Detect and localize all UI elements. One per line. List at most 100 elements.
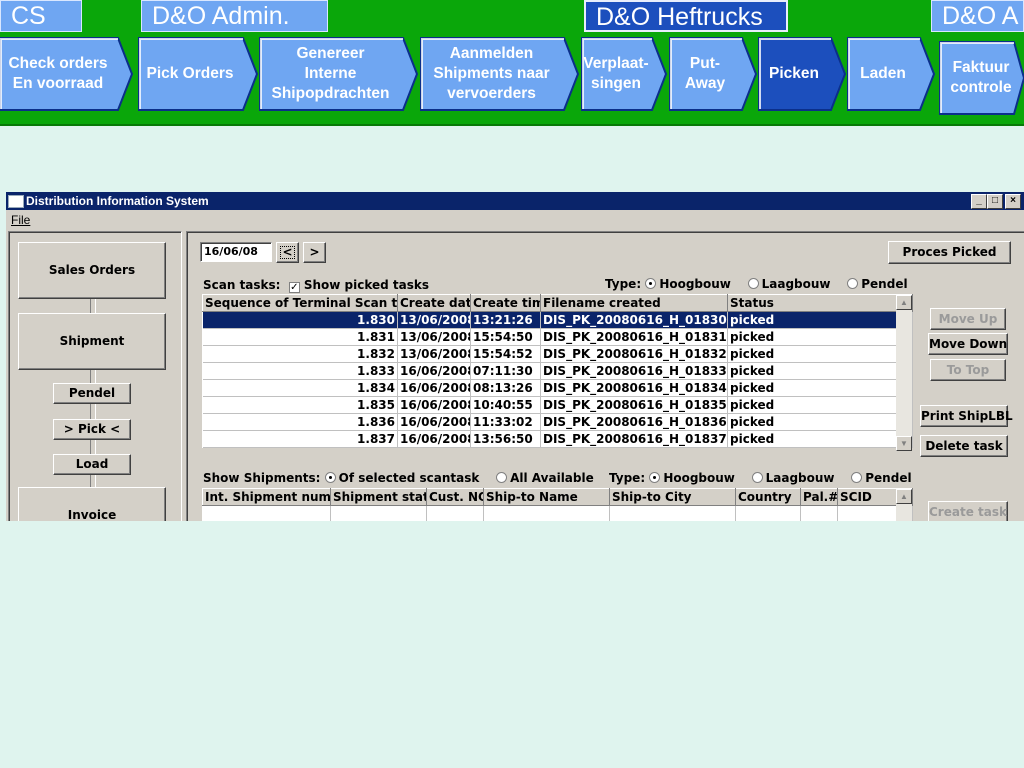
column-header[interactable]: Ship-to City bbox=[609, 488, 736, 506]
table-cell: 13/06/2008 bbox=[397, 345, 471, 363]
scan-type-laagbouw-radio[interactable] bbox=[747, 278, 759, 289]
nav-pendel-button[interactable]: Pendel bbox=[53, 383, 131, 404]
shipments-table: Int. Shipment numberShipment statusCust.… bbox=[202, 488, 913, 521]
column-header[interactable]: Pal.# bbox=[800, 488, 838, 506]
scan-tasks-scrollbar[interactable]: ▲ ▼ bbox=[896, 295, 912, 451]
step-verplaatsingen[interactable]: Verplaat- singen bbox=[581, 37, 668, 111]
nav-invoice-button[interactable]: Invoice bbox=[18, 487, 166, 521]
table-cell: 13/06/2008 bbox=[397, 328, 471, 346]
step-aanmelden-shipments[interactable]: Aanmelden Shipments naar vervoerders bbox=[420, 37, 580, 111]
window-title: Distribution Information System bbox=[26, 194, 209, 208]
nav-pick-button[interactable]: > Pick < bbox=[53, 419, 131, 440]
shipments-scrollbar[interactable]: ▲ bbox=[896, 489, 912, 521]
table-row[interactable]: 1.832 13/06/2008 15:54:52 DIS_PK_20080616_H… bbox=[202, 345, 913, 363]
step-laden[interactable]: Laden bbox=[847, 37, 936, 111]
column-header[interactable]: Int. Shipment number bbox=[202, 488, 331, 506]
table-cell: 08:13:26 bbox=[470, 379, 541, 397]
column-header[interactable]: Shipment status bbox=[330, 488, 427, 506]
scroll-up-arrow-icon[interactable]: ▲ bbox=[896, 295, 912, 310]
close-button[interactable]: × bbox=[1005, 194, 1021, 209]
table-cell: 1.833 bbox=[202, 362, 398, 380]
shipments-all-available-radio[interactable] bbox=[496, 472, 508, 483]
table-cell: DIS_PK_20080616_H_01836 bbox=[540, 413, 728, 431]
table-cell: picked bbox=[727, 413, 913, 431]
column-header[interactable]: Country bbox=[735, 488, 801, 506]
table-row[interactable]: 1.837 16/06/2008 13:56:50 DIS_PK_20080616_H… bbox=[202, 430, 913, 448]
nav-load-button[interactable]: Load bbox=[53, 454, 131, 475]
scan-type-pendel-radio[interactable] bbox=[847, 278, 859, 289]
proces-picked-button[interactable]: Proces Picked bbox=[888, 241, 1011, 264]
scan-type-hoogbouw-radio[interactable] bbox=[645, 278, 657, 289]
table-row[interactable] bbox=[202, 505, 913, 521]
table-cell: 11:33:02 bbox=[470, 413, 541, 431]
scroll-down-arrow-icon[interactable]: ▼ bbox=[896, 436, 912, 451]
step-label: Put-Away bbox=[684, 55, 726, 92]
print-shiplbl-button[interactable]: Print ShipLBL bbox=[920, 405, 1013, 427]
tab-do-admin[interactable]: D&O Admin. bbox=[141, 0, 328, 32]
table-row[interactable]: 1.830 13/06/2008 13:21:26 DIS_PK_20080616_H… bbox=[202, 311, 913, 329]
table-cell: 15:54:50 bbox=[470, 328, 541, 346]
table-row[interactable]: 1.836 16/06/2008 11:33:02 DIS_PK_20080616_H… bbox=[202, 413, 913, 431]
step-picken[interactable]: Picken bbox=[758, 37, 847, 111]
shipment-type-laagbouw-radio[interactable] bbox=[751, 472, 763, 483]
scan-tasks-table: Sequence of Terminal Scan taskCreate dat… bbox=[202, 294, 913, 448]
nav-sales-orders-button[interactable]: Sales Orders bbox=[18, 242, 166, 299]
nav-shipment-button[interactable]: Shipment bbox=[18, 313, 166, 370]
shipment-type-hoogbouw-radio[interactable] bbox=[649, 472, 661, 483]
column-header[interactable]: Sequence of Terminal Scan task bbox=[202, 294, 398, 312]
shipments-selected-scantask-radio[interactable] bbox=[324, 472, 336, 483]
table-row[interactable]: 1.834 16/06/2008 08:13:26 DIS_PK_20080616_H… bbox=[202, 379, 913, 397]
table-cell: 15:54:52 bbox=[470, 345, 541, 363]
table-row[interactable]: 1.831 13/06/2008 15:54:50 DIS_PK_20080616_H… bbox=[202, 328, 913, 346]
shipment-type-label: Type: bbox=[609, 471, 646, 485]
maximize-button[interactable]: □ bbox=[987, 194, 1003, 209]
step-label: Faktuur controle bbox=[950, 59, 1012, 96]
column-header[interactable]: Create date bbox=[397, 294, 471, 312]
menu-file[interactable]: File bbox=[11, 213, 30, 227]
column-header[interactable]: Filename created bbox=[540, 294, 728, 312]
scan-type-hoogbouw-label: Hoogbouw bbox=[659, 277, 731, 291]
move-up-button[interactable]: Move Up bbox=[930, 308, 1006, 330]
tab-do-heftrucks[interactable]: D&O Heftrucks bbox=[584, 0, 788, 32]
table-cell: 16/06/2008 bbox=[397, 362, 471, 380]
table-row[interactable]: 1.833 16/06/2008 07:11:30 DIS_PK_20080616_H… bbox=[202, 362, 913, 380]
scroll-up-arrow-icon[interactable]: ▲ bbox=[896, 489, 912, 504]
step-pick-orders[interactable]: Pick Orders bbox=[138, 37, 259, 111]
table-cell: 1.832 bbox=[202, 345, 398, 363]
minimize-button[interactable]: _ bbox=[971, 194, 987, 209]
table-cell: picked bbox=[727, 345, 913, 363]
table-cell: picked bbox=[727, 311, 913, 329]
scan-type-pendel-label: Pendel bbox=[861, 277, 908, 291]
date-next-button[interactable]: > bbox=[303, 242, 326, 263]
column-header[interactable]: Cust. NO bbox=[426, 488, 484, 506]
table-cell: DIS_PK_20080616_H_01834 bbox=[540, 379, 728, 397]
dis-window: Distribution Information System _ □ × Fi… bbox=[6, 192, 1024, 521]
table-cell: 13:21:26 bbox=[470, 311, 541, 329]
show-picked-checkbox[interactable]: ✓ bbox=[288, 282, 300, 293]
nav-connector bbox=[90, 438, 96, 454]
shipments-label: Show Shipments: bbox=[203, 471, 321, 485]
table-cell: picked bbox=[727, 362, 913, 380]
delete-task-button[interactable]: Delete task bbox=[920, 435, 1008, 457]
step-put-away[interactable]: Put-Away bbox=[669, 37, 758, 111]
move-down-button[interactable]: Move Down bbox=[928, 333, 1008, 355]
shipment-type-pendel-radio[interactable] bbox=[851, 472, 863, 483]
tab-do-a[interactable]: D&O A bbox=[931, 0, 1024, 32]
tab-cs[interactable]: CS bbox=[0, 0, 82, 32]
create-task-button[interactable]: Create task bbox=[928, 501, 1008, 521]
date-prev-button[interactable]: < bbox=[276, 242, 299, 263]
step-check-orders[interactable]: Check orders En voorraad bbox=[0, 37, 134, 111]
column-header[interactable]: Ship-to Name bbox=[483, 488, 610, 506]
column-header[interactable]: Status bbox=[727, 294, 913, 312]
to-top-button[interactable]: To Top bbox=[930, 359, 1006, 381]
table-cell: 07:11:30 bbox=[470, 362, 541, 380]
column-header[interactable]: Create time bbox=[470, 294, 541, 312]
shipments-header: Show Shipments: Of selected scantask All… bbox=[203, 471, 594, 485]
date-field[interactable]: 16/06/08 bbox=[200, 242, 272, 262]
step-label: Pick Orders bbox=[146, 65, 234, 82]
scan-type-laagbouw-label: Laagbouw bbox=[761, 277, 831, 291]
step-label: Picken bbox=[769, 65, 819, 82]
step-faktuur-controle[interactable]: Faktuur controle bbox=[939, 41, 1024, 115]
table-row[interactable]: 1.835 16/06/2008 10:40:55 DIS_PK_20080616_H… bbox=[202, 396, 913, 414]
step-genereer-shipopdrachten[interactable]: Genereer Interne Shipopdrachten bbox=[259, 37, 419, 111]
